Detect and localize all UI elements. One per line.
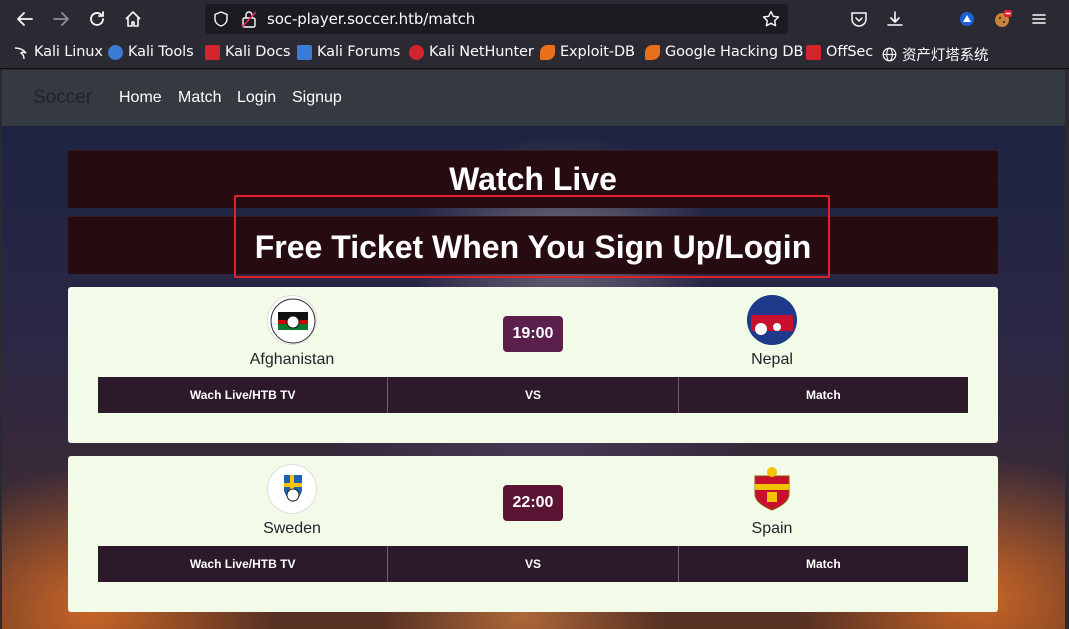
match-action-bar: Wach Live/HTB TV VS Match (98, 377, 968, 413)
bookmark-kali-linux[interactable]: Kali Linux (14, 44, 103, 60)
nethunter-icon (409, 44, 424, 60)
watch-live-title: Watch Live (449, 161, 617, 197)
kali-dragon-icon (14, 45, 29, 60)
bookmark-offsec[interactable]: OffSec (806, 44, 873, 60)
home-team: Afghanistan (192, 287, 392, 369)
match-card: Sweden 22:00 Spain Wach Live/HTB TV VS M… (68, 456, 998, 612)
extension-icon[interactable] (954, 6, 980, 32)
spain-crest-icon (747, 464, 797, 514)
afghanistan-crest-icon (267, 295, 317, 345)
cookie-extension-icon[interactable] (990, 6, 1016, 32)
kali-docs-icon (205, 44, 220, 60)
nepal-crest-icon (747, 295, 797, 345)
url-text[interactable]: soc-player.soccer.htb/match (267, 10, 475, 28)
vs-cell: VS (388, 377, 679, 413)
reload-icon[interactable] (84, 6, 110, 32)
home-team: Sweden (192, 456, 392, 538)
bookmark-kali-tools[interactable]: Kali Tools (108, 44, 194, 60)
downloads-icon[interactable] (882, 6, 908, 32)
match-card: Afghanistan 19:00 Nepal Wach Live/HTB TV… (68, 287, 998, 443)
bookmark-asset-system[interactable]: 资产灯塔系统 (882, 44, 989, 65)
home-icon[interactable] (120, 6, 146, 32)
away-team: Nepal (672, 287, 872, 369)
away-team-name: Spain (751, 520, 793, 537)
bookmark-kali-forums[interactable]: Kali Forums (297, 44, 400, 60)
vs-cell: VS (388, 546, 679, 582)
kali-tools-icon (108, 44, 123, 60)
bookmarks-bar: Kali Linux Kali Tools Kali Docs Kali For… (0, 38, 1069, 69)
bookmark-google-hacking-db[interactable]: Google Hacking DB (645, 44, 803, 60)
away-team: Spain (672, 456, 872, 538)
back-arrow-icon[interactable] (12, 6, 38, 32)
home-team-name: Afghanistan (249, 351, 335, 368)
pocket-icon[interactable] (846, 6, 872, 32)
kali-forums-icon (297, 44, 312, 60)
insecure-lock-icon[interactable] (241, 10, 257, 32)
nav-link-login[interactable]: Login (237, 89, 276, 107)
forward-arrow-icon[interactable] (48, 6, 74, 32)
content-background: Watch Live Free Ticket When You Sign Up/… (2, 126, 1065, 629)
site-navbar: Soccer Home Match Login Signup (2, 70, 1065, 126)
bookmark-exploit-db[interactable]: Exploit-DB (540, 44, 635, 60)
hamburger-menu-icon[interactable] (1026, 6, 1052, 32)
brand-logo[interactable]: Soccer (33, 87, 92, 109)
bookmark-kali-docs[interactable]: Kali Docs (205, 44, 291, 60)
ghdb-icon (645, 44, 660, 60)
nav-link-home[interactable]: Home (119, 89, 162, 107)
away-team-name: Nepal (751, 351, 793, 368)
match-button[interactable]: Match (678, 546, 968, 582)
match-action-bar: Wach Live/HTB TV VS Match (98, 546, 968, 582)
home-team-name: Sweden (263, 520, 321, 537)
nav-link-match[interactable]: Match (178, 89, 222, 107)
exploit-db-icon (540, 44, 555, 60)
watch-live-button[interactable]: Wach Live/HTB TV (98, 377, 389, 413)
sweden-crest-icon (267, 464, 317, 514)
url-bar[interactable]: soc-player.soccer.htb/match (205, 4, 788, 34)
highlight-box (234, 195, 830, 278)
watch-live-button[interactable]: Wach Live/HTB TV (98, 546, 389, 582)
offsec-icon (806, 44, 821, 60)
browser-toolbar: soc-player.soccer.htb/match (0, 0, 1069, 38)
globe-icon (882, 47, 897, 62)
bookmark-star-icon[interactable] (762, 10, 780, 32)
match-time-badge: 22:00 (503, 485, 563, 521)
match-time-badge: 19:00 (503, 316, 563, 352)
nav-link-signup[interactable]: Signup (292, 89, 342, 107)
match-button[interactable]: Match (678, 377, 968, 413)
shield-icon[interactable] (213, 11, 229, 31)
bookmark-kali-nethunter[interactable]: Kali NetHunter (409, 44, 534, 60)
